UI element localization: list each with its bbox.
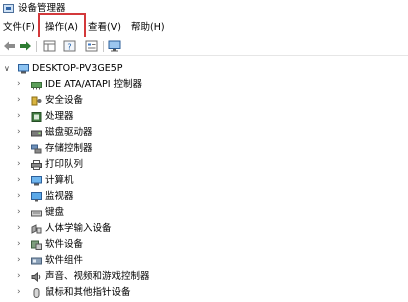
tree-item-label: 监视器 [45,191,74,202]
tree-item-sound[interactable]: › 声音、视频和游戏控制器 [0,270,408,286]
tree-item-ide[interactable]: › IDE ATA/ATAPI 控制器 [0,78,408,94]
monitor-scan-icon[interactable] [108,40,121,52]
menu-view[interactable]: 查看(V) [88,21,121,35]
tree-item-keyboard[interactable]: › 键盘 [0,206,408,222]
tree-item-label: 软件设备 [45,239,84,250]
tree-item-label: 处理器 [45,111,74,122]
tree-item-software-device[interactable]: › 软件设备 [0,238,408,254]
expand-arrow-icon[interactable]: › [17,111,26,122]
expand-arrow-icon[interactable]: › [17,271,26,282]
back-arrow-icon[interactable] [3,40,16,52]
forward-arrow-icon[interactable] [19,40,32,52]
toolbar-separator [103,41,104,52]
tree-item-label: 软件组件 [45,255,84,266]
tree-item-label: IDE ATA/ATAPI 控制器 [45,79,143,90]
expand-arrow-icon[interactable]: › [17,175,26,186]
software-component-icon [31,257,42,265]
tree-item-mouse[interactable]: › 鼠标和其他指针设备 [0,286,408,302]
tree-item-software-component[interactable]: › 软件组件 [0,254,408,270]
tree-item-processor[interactable]: › 处理器 [0,110,408,126]
expand-arrow-icon[interactable]: › [17,79,26,90]
details-icon[interactable] [85,40,98,52]
printer-icon [31,160,42,170]
keyboard-icon [31,210,42,217]
sound-icon [31,272,41,282]
tree-item-label: 计算机 [45,175,74,186]
tree-item-monitor[interactable]: › 监视器 [0,190,408,206]
toolbar-separator [36,41,37,52]
expand-arrow-icon[interactable]: › [17,143,26,154]
hid-icon [31,224,42,234]
computer-icon [31,176,42,186]
expand-arrow-icon[interactable]: ∨ [4,64,13,73]
mouse-icon [33,288,40,298]
ide-controller-icon [31,82,42,90]
properties-grid-icon[interactable] [43,40,56,52]
tree-root-label: DESKTOP-PV3GE5P [32,63,123,74]
svg-text:?: ? [67,43,71,52]
monitor-icon [31,192,42,202]
device-manager-icon [3,4,14,13]
menu-action[interactable]: 操作(A) [45,21,78,35]
expand-arrow-icon[interactable]: › [17,207,26,218]
tree-item-label: 打印队列 [45,159,84,170]
tree-item-label: 声音、视频和游戏控制器 [45,271,150,282]
tree-item-security[interactable]: › 安全设备 [0,94,408,110]
computer-icon [18,64,29,74]
title-bar: 设备管理器 [0,0,408,19]
window-title: 设备管理器 [18,3,66,14]
tree-item-hid[interactable]: › 人体学输入设备 [0,222,408,238]
software-device-icon [31,240,42,250]
expand-arrow-icon[interactable]: › [17,255,26,266]
processor-icon [31,112,42,122]
expand-arrow-icon[interactable]: › [17,223,26,234]
expand-arrow-icon[interactable]: › [17,159,26,170]
expand-arrow-icon[interactable]: › [17,239,26,250]
disk-drive-icon [31,130,42,137]
tree-item-print-queue[interactable]: › 打印队列 [0,158,408,174]
tree-root[interactable]: ∨ DESKTOP-PV3GE5P [0,62,408,78]
help-icon[interactable]: ? [63,40,76,52]
tree-item-label: 安全设备 [45,95,84,106]
tree-item-label: 鼠标和其他指针设备 [45,287,131,298]
tree-item-storage[interactable]: › 存储控制器 [0,142,408,158]
expand-arrow-icon[interactable]: › [17,127,26,138]
expand-arrow-icon[interactable]: › [17,95,26,106]
expand-arrow-icon[interactable]: › [17,191,26,202]
device-tree: ∨ DESKTOP-PV3GE5P › IDE ATA/ATAPI 控制器 › … [0,56,408,298]
tree-item-label: 存储控制器 [45,143,93,154]
menu-file[interactable]: 文件(F) [3,21,35,35]
expand-arrow-icon[interactable]: › [17,287,26,298]
tree-item-computer[interactable]: › 计算机 [0,174,408,190]
menu-bar: 文件(F) 操作(A) 查看(V) 帮助(H) [0,19,408,36]
storage-controller-icon [31,144,42,154]
tree-item-disk[interactable]: › 磁盘驱动器 [0,126,408,142]
menu-help[interactable]: 帮助(H) [131,21,165,35]
tree-item-label: 键盘 [45,207,65,218]
tree-item-label: 磁盘驱动器 [45,127,93,138]
tree-item-label: 人体学输入设备 [45,223,112,234]
toolbar: ? [0,37,408,56]
security-device-icon [31,96,42,106]
